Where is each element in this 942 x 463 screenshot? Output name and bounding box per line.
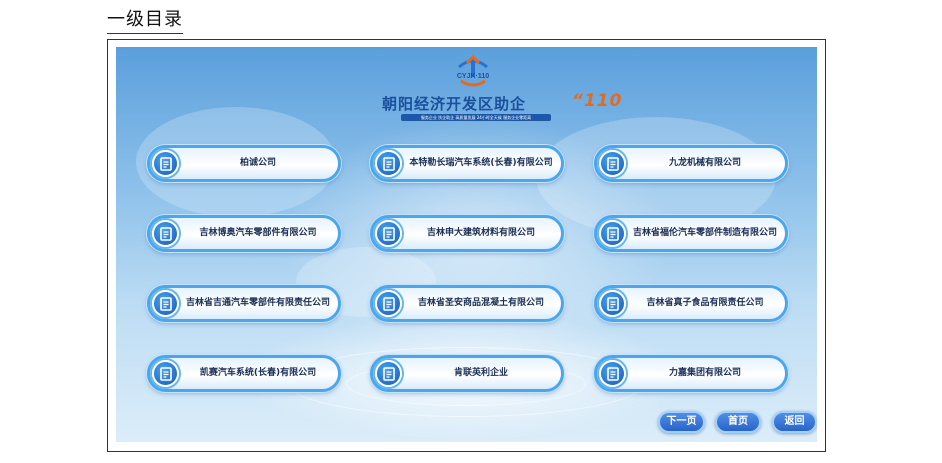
company-button[interactable]: 肯联英利企业 [370,355,564,392]
document-icon [375,360,402,387]
document-icon [152,150,179,177]
company-button[interactable]: 力嘉集团有限公司 [594,355,788,392]
company-label: 吉林省福伦汽车零部件制造有限公司 [632,228,777,238]
company-button[interactable]: 吉林省真子食品有限责任公司 [594,285,788,322]
logo-text: CYJK·110 [457,73,489,80]
company-label: 吉林申大建筑材料有限公司 [426,228,535,238]
company-label: 柏诚公司 [239,158,276,168]
company-button[interactable]: 吉林省圣安商品混凝土有限公司 [370,285,564,322]
company-button[interactable]: 凯赛汽车系统(长春)有限公司 [147,355,341,392]
kiosk-screen: CYJK·110 朝阳经济开发区助企 “110 服务企业 扶企助企 高质量发展 … [116,47,817,442]
back-button[interactable]: 返回 [772,411,817,433]
next-page-button[interactable]: 下一页 [658,411,705,433]
page-heading: 一级目录 [107,5,183,34]
document-icon [375,150,402,177]
company-button[interactable]: 吉林省福伦汽车零部件制造有限公司 [594,215,788,252]
brand-title-number: “110 [572,91,623,111]
document-icon [152,220,179,247]
brand-title-text: 朝阳经济开发区助企 [382,95,527,113]
brand-slogan: 服务企业 扶企助企 高质量发展 24小时全天候 服务企业零距离 [401,114,551,121]
company-button[interactable]: 吉林申大建筑材料有限公司 [370,215,564,252]
document-icon [152,290,179,317]
company-button[interactable]: 九龙机械有限公司 [594,145,788,182]
company-label: 九龙机械有限公司 [668,158,741,168]
company-label: 凯赛汽车系统(长春)有限公司 [199,368,317,378]
company-label: 本特勒长瑞汽车系统(长春)有限公司 [409,158,553,168]
company-label: 力嘉集团有限公司 [668,368,741,378]
document-icon [599,150,626,177]
company-label: 吉林省圣安商品混凝土有限公司 [417,298,544,308]
document-icon [599,220,626,247]
document-icon [375,290,402,317]
document-icon [152,360,179,387]
company-label: 吉林省吉通汽车零部件有限责任公司 [185,298,330,308]
company-label: 吉林省真子食品有限责任公司 [646,298,764,308]
company-label: 肯联英利企业 [453,368,508,378]
brand-title: 朝阳经济开发区助企 “110 [382,91,621,114]
company-button[interactable]: 吉林省吉通汽车零部件有限责任公司 [147,285,341,322]
company-label: 吉林博奥汽车零部件有限公司 [199,228,317,238]
company-button[interactable]: 吉林博奥汽车零部件有限公司 [147,215,341,252]
home-button[interactable]: 首页 [715,411,761,433]
cyjk-logo-icon: CYJK·110 [457,54,489,87]
company-button[interactable]: 本特勒长瑞汽车系统(长春)有限公司 [370,145,564,182]
document-icon [599,290,626,317]
document-icon [375,220,402,247]
document-icon [599,360,626,387]
company-button[interactable]: 柏诚公司 [147,145,341,182]
